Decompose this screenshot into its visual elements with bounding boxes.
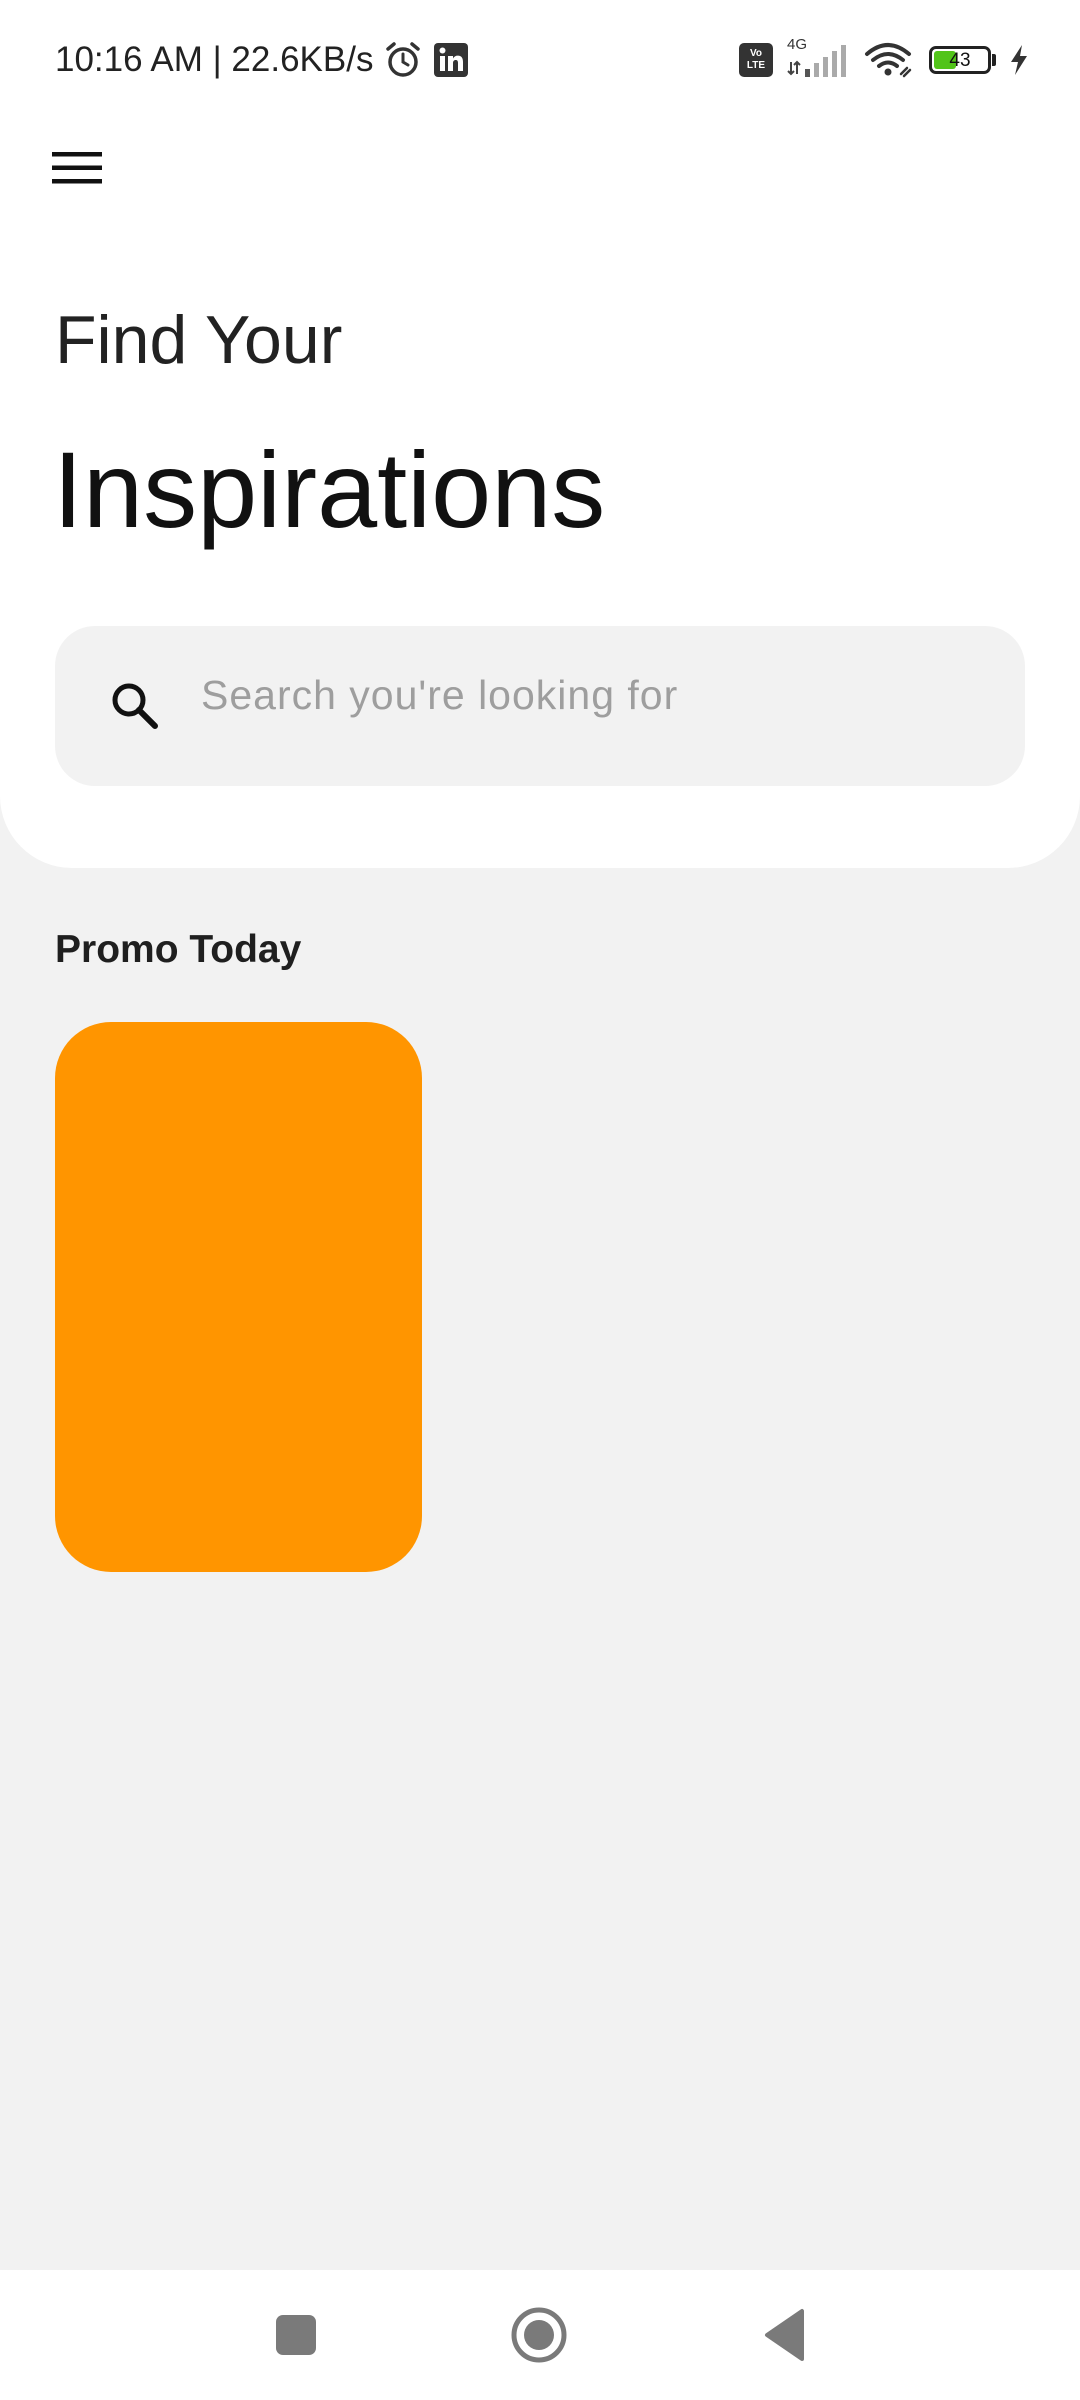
search-icon [112,683,158,729]
volte-icon: Vo LTE [739,43,773,77]
lightning-bolt-icon [1008,43,1030,77]
promo-card[interactable] [55,1022,422,1572]
status-time-speed: 10:16 AM | 22.6KB/s [55,40,374,79]
circle-home-icon [511,2307,567,2363]
recents-button[interactable] [256,2295,336,2375]
page-subtitle: Find Your [55,302,343,378]
cellular-signal-icon: 4G [785,36,851,80]
search-bar[interactable] [55,626,1025,786]
alarm-clock-icon [383,40,423,80]
menu-button[interactable] [40,130,116,206]
page-title: Inspirations [53,429,606,550]
status-right: Vo LTE 4G 43 [739,36,1030,84]
triangle-back-icon [765,2309,804,2361]
linkedin-icon [433,42,469,78]
square-recents-icon [276,2315,316,2355]
volte-top-label: Vo [749,48,763,59]
hamburger-menu-icon [52,152,102,184]
battery-icon: 43 [929,46,996,74]
promo-section-title: Promo Today [55,928,302,971]
volte-bottom-label: LTE [746,60,766,71]
battery-level-label: 43 [949,49,971,71]
system-nav-bar [0,2270,1080,2400]
status-left: 10:16 AM | 22.6KB/s [55,36,469,84]
back-button[interactable] [744,2295,824,2375]
home-button[interactable] [499,2295,579,2375]
battery-tip [992,54,996,66]
wifi-icon [863,40,917,80]
status-bar: 10:16 AM | 22.6KB/s Vo LTE 4G 43 [0,0,1080,120]
search-input[interactable] [201,626,991,786]
battery-body: 43 [929,46,991,74]
